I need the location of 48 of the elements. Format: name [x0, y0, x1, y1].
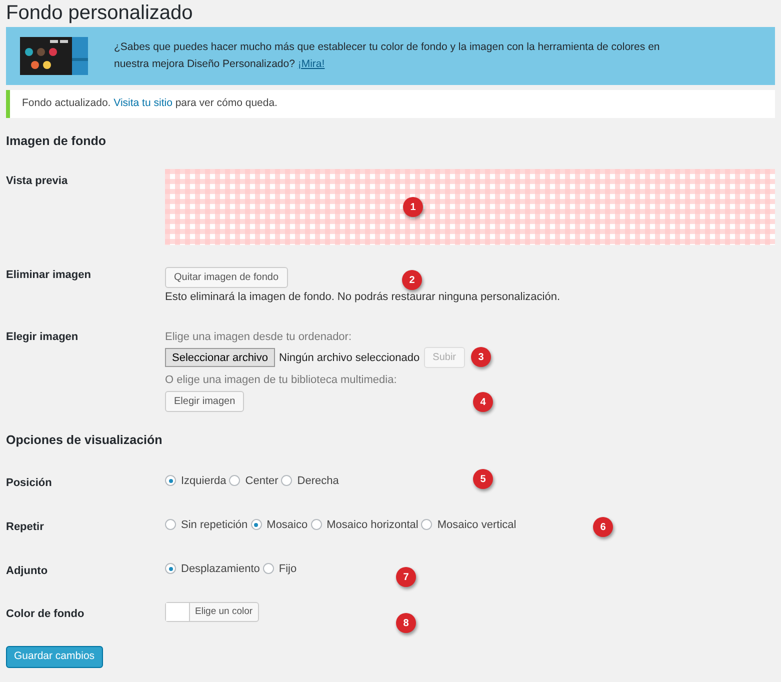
step-marker: 8 [396, 613, 416, 633]
field-label: Adjunto [5, 564, 49, 578]
app-screenshot-drawing [20, 37, 88, 75]
step-marker: 5 [473, 469, 493, 489]
radio-option[interactable]: Derecha [281, 472, 339, 489]
field-label: Repetir [5, 520, 45, 534]
section-heading: Opciones de visualización [5, 432, 164, 449]
file-status: Ningún archivo seleccionado [279, 350, 420, 366]
radio-option[interactable]: Desplazamiento [165, 560, 260, 577]
step-marker: 2 [402, 270, 422, 290]
radio-button[interactable] [310, 519, 322, 530]
radio-button[interactable] [250, 519, 262, 530]
field-label: Eliminar imagen [5, 268, 92, 283]
radio-option[interactable]: Center [229, 472, 278, 489]
field-label: Posición [5, 476, 53, 490]
radio-button[interactable] [262, 563, 274, 574]
page-title: Fondo personalizado [5, 1, 194, 26]
field-label: Color de fondo [5, 606, 86, 622]
help-text: Esto eliminará la imagen de fondo. No podrás restaurar ninguna personalización. [165, 290, 562, 305]
promo-link[interactable]: ¡Mira! [298, 58, 325, 70]
site-link[interactable]: Visita tu sitio [114, 97, 172, 110]
radio-button[interactable] [229, 475, 240, 486]
step-marker: 4 [473, 392, 493, 412]
radio-button[interactable] [165, 519, 176, 530]
notice-text: Fondo actualizado. Visita tu sitio para ver cómo queda. [22, 96, 278, 112]
choose-image-button[interactable]: Elegir imagen [165, 390, 244, 412]
field-label: Elegir imagen [5, 330, 80, 345]
step-marker: 6 [593, 517, 613, 537]
radio-option[interactable]: Mosaico horizontal [310, 516, 418, 533]
radio-option[interactable]: Fijo [262, 560, 297, 577]
section-heading: Imagen de fondo [5, 133, 107, 150]
radio-option[interactable]: Sin repetición [165, 516, 248, 533]
radio-button[interactable] [421, 519, 432, 530]
field-label: Vista previa [5, 174, 69, 189]
step-marker: 3 [471, 347, 491, 367]
radio-option[interactable]: Mosaico vertical [421, 516, 516, 533]
radio-option[interactable]: Mosaico [250, 516, 308, 533]
color-picker-button[interactable]: Elige un color [165, 602, 259, 622]
file-select-button[interactable]: Seleccionar archivo [165, 348, 275, 368]
hint-text: Elige una imagen desde tu ordenador: [165, 330, 353, 345]
radio-button[interactable] [165, 475, 176, 486]
radio-button[interactable] [165, 563, 176, 574]
radio-button[interactable] [281, 475, 292, 486]
radio-option[interactable]: Izquierda [165, 472, 226, 489]
remove-image-button[interactable]: Quitar imagen de fondo [165, 266, 288, 288]
promo-text: ¿Sabes que puedes hacer mucho más que establecer tu color de fondo y la imagen con la herramienta de colores en nuestra mejora Diseño Personalizado? ¡Mira! [114, 40, 661, 72]
hint-text: O elige una imagen de tu biblioteca multimedia: [165, 373, 398, 388]
step-marker: 7 [396, 567, 416, 587]
